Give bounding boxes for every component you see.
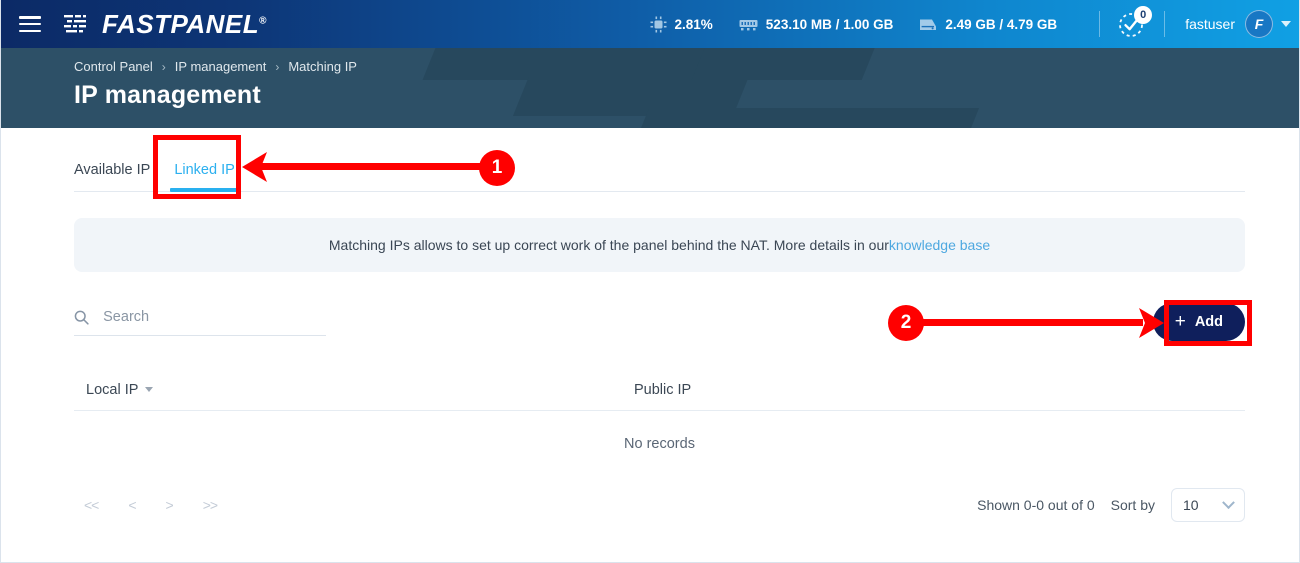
breadcrumb-item-matching-ip[interactable]: Matching IP	[288, 59, 357, 74]
notifications-button[interactable]: 0	[1116, 6, 1153, 40]
knowledge-base-link[interactable]: knowledge base	[889, 237, 990, 253]
table-header-row: Local IP Public IP	[74, 369, 1245, 411]
banner-content: Control Panel › IP management › Matching…	[1, 48, 1299, 110]
annotation-1-badge: 1	[479, 150, 515, 186]
memory-icon	[739, 17, 758, 32]
page-title: IP management	[74, 81, 261, 109]
breadcrumb-item-control-panel[interactable]: Control Panel	[74, 59, 153, 74]
column-header-local-ip-label: Local IP	[86, 381, 139, 398]
records-shown-label: Shown 0-0 out of 0	[977, 497, 1095, 513]
column-header-public-ip-label: Public IP	[634, 381, 692, 398]
hamburger-menu-icon[interactable]	[19, 16, 41, 32]
annotation-2-number: 2	[900, 312, 912, 333]
avatar[interactable]: F	[1245, 10, 1273, 38]
pagination-last[interactable]: >>	[203, 497, 218, 513]
chevron-down-icon	[1222, 495, 1235, 509]
cpu-icon	[650, 16, 667, 33]
annotation-2-arrowhead-icon	[1139, 308, 1164, 338]
info-banner: Matching IPs allows to set up correct wo…	[74, 218, 1245, 272]
memory-stat[interactable]: 523.10 MB / 1.00 GB	[739, 16, 894, 32]
top-navigation-bar: FASTPANEL® 2.81% 523.10 MB / 1.00 GB 2.4…	[1, 0, 1299, 48]
pagination-next[interactable]: >	[166, 497, 174, 513]
breadcrumb-separator: ›	[161, 59, 166, 74]
search-input[interactable]	[101, 308, 326, 326]
topbar-divider-1	[1099, 11, 1101, 37]
topbar-divider-2	[1164, 11, 1166, 37]
annotation-2-badge: 2	[888, 305, 924, 341]
fastpanel-mark-icon	[64, 15, 86, 33]
brand-logo[interactable]: FASTPANEL®	[63, 9, 267, 40]
sort-caret-down-icon	[145, 387, 154, 392]
search-icon	[74, 310, 89, 325]
cpu-stat[interactable]: 2.81%	[650, 16, 713, 33]
annotation-1-number: 1	[491, 157, 503, 178]
brand-name: FASTPANEL®	[102, 8, 268, 39]
page-header-banner: Control Panel › IP management › Matching…	[1, 48, 1299, 128]
registered-mark: ®	[259, 14, 268, 26]
page-size-select[interactable]: 10	[1171, 488, 1245, 522]
tab-available-ip[interactable]: Available IP	[74, 162, 150, 191]
cpu-stat-value: 2.81%	[674, 16, 713, 32]
annotation-2-highlight-box	[1164, 300, 1252, 346]
fastpanel-ip-management-page: FASTPANEL® 2.81% 523.10 MB / 1.00 GB 2.4…	[0, 0, 1300, 563]
topbar-right-group: 2.81% 523.10 MB / 1.00 GB 2.49 GB / 4.79…	[650, 0, 1299, 48]
ip-table: Local IP Public IP No records	[74, 369, 1245, 477]
breadcrumb-separator: ›	[275, 59, 280, 74]
column-header-local-ip[interactable]: Local IP	[74, 382, 634, 398]
user-menu-chevron-down-icon[interactable]	[1281, 21, 1291, 27]
username-label[interactable]: fastuser	[1185, 16, 1235, 32]
annotation-1-highlight-box	[153, 135, 241, 199]
search-field[interactable]	[74, 308, 326, 336]
pagination-prev[interactable]: <	[128, 497, 136, 513]
pagination: << < > >>	[74, 497, 218, 513]
pagination-first[interactable]: <<	[84, 497, 99, 513]
disk-icon	[919, 16, 937, 32]
footer-right-group: Shown 0-0 out of 0 Sort by 10	[977, 488, 1245, 522]
memory-stat-value: 523.10 MB / 1.00 GB	[765, 16, 894, 32]
notification-count-badge: 0	[1134, 6, 1153, 24]
disk-stat[interactable]: 2.49 GB / 4.79 GB	[919, 16, 1057, 32]
sort-by-label: Sort by	[1110, 497, 1155, 513]
annotation-2-arrow	[921, 308, 1165, 338]
table-footer: << < > >> Shown 0-0 out of 0 Sort by 10	[74, 477, 1245, 533]
info-banner-text: Matching IPs allows to set up correct wo…	[328, 237, 889, 253]
breadcrumb: Control Panel › IP management › Matching…	[74, 59, 1299, 74]
breadcrumb-item-ip-management[interactable]: IP management	[175, 59, 267, 74]
empty-state-message: No records	[624, 436, 695, 452]
column-header-public-ip[interactable]: Public IP	[634, 382, 691, 398]
annotation-1-arrowhead-icon	[242, 152, 267, 182]
banner-decor-3	[632, 108, 980, 128]
annotation-1-arrow	[241, 152, 481, 182]
page-size-value: 10	[1183, 497, 1199, 513]
disk-stat-value: 2.49 GB / 4.79 GB	[945, 16, 1058, 32]
